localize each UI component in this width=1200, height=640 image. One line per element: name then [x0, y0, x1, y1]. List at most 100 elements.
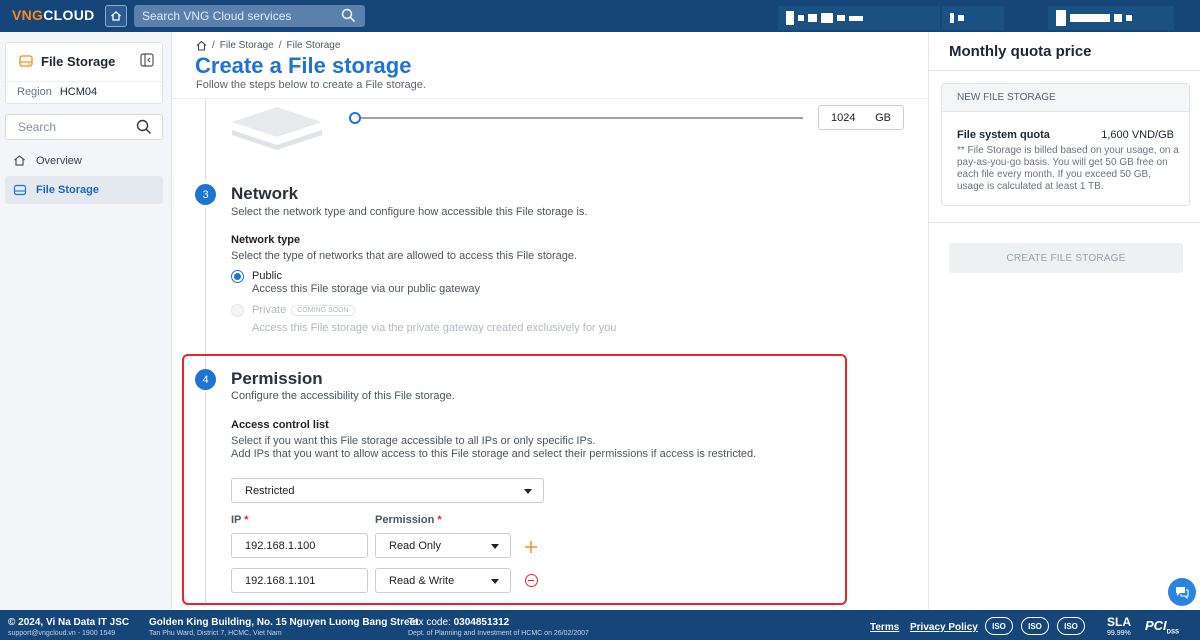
permission-label-text: Permission [375, 514, 435, 526]
sla-badge: SLA 99.99% [1107, 616, 1131, 639]
add-ip-icon[interactable] [524, 540, 538, 554]
footer-company: © 2024, Vi Na Data IT JSC support@vngclo… [8, 617, 129, 637]
public-option-label[interactable]: Public [252, 270, 282, 282]
caret-down-icon [491, 544, 499, 549]
sidebar-item-label: File Storage [36, 184, 99, 196]
permission-select-value: Read Only [389, 540, 441, 552]
address-line-1: Golden King Building, No. 15 Nguyen Luon… [149, 617, 419, 628]
required-mark: * [437, 514, 442, 526]
network-type-label: Network type [231, 234, 301, 246]
ip-input[interactable]: 192.168.1.100 [231, 533, 368, 558]
size-value: 1024 [831, 112, 856, 124]
tax-note: Dept. of Planning and Investment of HCMC… [408, 630, 589, 637]
acl-select-value: Restricted [245, 485, 295, 497]
size-slider-track[interactable] [355, 117, 803, 119]
coming-soon-badge: COMING SOON [291, 304, 355, 316]
panel-divider [929, 70, 1200, 71]
tax-label: Tax code: [408, 617, 451, 628]
ip-label-text: IP [231, 514, 242, 526]
quota-card-header: NEW FILE STORAGE [942, 84, 1189, 112]
home-button[interactable] [105, 5, 127, 27]
price-panel-title: Monthly quota price [949, 43, 1092, 60]
private-option: Private COMING SOON [252, 304, 355, 316]
project-info-obscured[interactable] [942, 6, 1004, 30]
sla-value: 99.99% [1107, 630, 1131, 637]
tax-code: 0304851312 [453, 617, 510, 628]
breadcrumb-item-current: File Storage [286, 40, 341, 51]
permission-select[interactable]: Read & Write [375, 568, 511, 593]
storage-stack-illustration [232, 107, 322, 150]
ip-column-label: IP * [231, 514, 249, 526]
size-slider-handle[interactable] [349, 112, 361, 124]
pci-text: PCI [1145, 618, 1167, 633]
logo-vng-text: VNG [12, 7, 44, 23]
collapse-sidebar-icon[interactable] [140, 53, 154, 67]
step-number-permission: 4 [195, 369, 216, 390]
footer-tax: Tax code: 0304851312 Dept. of Planning a… [408, 617, 589, 637]
private-option-label: Private [252, 304, 287, 316]
acl-select[interactable]: Restricted [231, 478, 544, 503]
quota-label: File system quota [957, 129, 1050, 141]
region-info: Region HCM04 [17, 86, 97, 98]
public-option-desc: Access this File storage via our public … [252, 283, 481, 295]
user-menu-obscured[interactable] [1048, 6, 1174, 30]
terms-link[interactable]: Terms [870, 622, 899, 633]
logo-cloud-text: CLOUD [43, 7, 95, 23]
radio-public[interactable] [231, 270, 244, 283]
network-section-title: Network [231, 184, 299, 203]
permission-select[interactable]: Read Only [375, 533, 511, 558]
chat-icon [1176, 587, 1189, 600]
chat-support-button[interactable] [1168, 578, 1196, 606]
permission-column-label: Permission * [375, 514, 442, 526]
search-icon[interactable] [136, 119, 152, 135]
quota-card: NEW FILE STORAGE File system quota 1,600… [941, 83, 1190, 206]
iso-badge-2: ISO [1021, 617, 1049, 635]
sidebar-search[interactable] [5, 114, 163, 140]
ip-input-value: 192.168.1.100 [245, 540, 316, 552]
support-contact: support@vngcloud.vn - 1900 1549 [8, 630, 116, 637]
home-icon[interactable] [196, 40, 207, 51]
pci-dss-badge: PCIDSS [1145, 618, 1179, 636]
search-icon[interactable] [341, 8, 356, 23]
step-connector-line [205, 207, 206, 377]
global-search-input[interactable] [134, 5, 334, 27]
file-storage-icon [19, 55, 33, 67]
sidebar-item-label: Overview [36, 155, 82, 167]
address-line-2: Tan Phu Ward, District 7, HCMC, Viet Nam [149, 630, 282, 637]
global-search[interactable] [134, 5, 365, 27]
sidebar-item-file-storage[interactable]: File Storage [5, 176, 163, 204]
panel-divider [929, 222, 1200, 223]
iso-badge-3: ISO [1057, 617, 1085, 635]
size-unit: GB [875, 112, 891, 124]
permission-section-desc: Configure the accessibility of this File… [231, 390, 455, 402]
required-mark: * [244, 514, 249, 526]
account-info-obscured[interactable] [778, 6, 940, 30]
sidebar-search-input[interactable] [6, 115, 126, 139]
page-subtitle: Follow the steps below to create a File … [196, 79, 426, 91]
card-divider [6, 81, 162, 82]
network-type-help: Select the type of networks that are all… [231, 250, 578, 262]
privacy-policy-link[interactable]: Privacy Policy [910, 622, 978, 633]
home-icon [111, 11, 121, 21]
footer: © 2024, Vi Na Data IT JSC support@vngclo… [0, 610, 1200, 640]
size-input[interactable]: 1024 GB [818, 105, 904, 130]
footer-address: Golden King Building, No. 15 Nguyen Luon… [149, 617, 418, 637]
permission-select-value: Read & Write [389, 575, 455, 587]
breadcrumb-separator: / [212, 40, 215, 51]
breadcrumb-item[interactable]: File Storage [220, 40, 274, 51]
sidebar-item-overview[interactable]: Overview [5, 147, 163, 175]
home-icon [14, 155, 25, 166]
step-connector-line [205, 392, 206, 602]
acl-help-line-2: Add IPs that you want to allow access to… [231, 448, 757, 460]
vng-cloud-logo[interactable]: VNGCLOUD [12, 7, 95, 23]
network-section-desc: Select the network type and configure ho… [231, 206, 588, 218]
step-number-network: 3 [195, 184, 216, 205]
acl-label: Access control list [231, 419, 329, 431]
caret-down-icon [491, 579, 499, 584]
remove-ip-icon[interactable] [525, 574, 538, 587]
radio-private [231, 304, 244, 317]
create-file-storage-button[interactable]: CREATE FILE STORAGE [949, 243, 1183, 273]
region-value: HCM04 [59, 86, 98, 98]
ip-input[interactable]: 192.168.1.101 [231, 568, 368, 593]
region-label: Region [17, 86, 52, 98]
